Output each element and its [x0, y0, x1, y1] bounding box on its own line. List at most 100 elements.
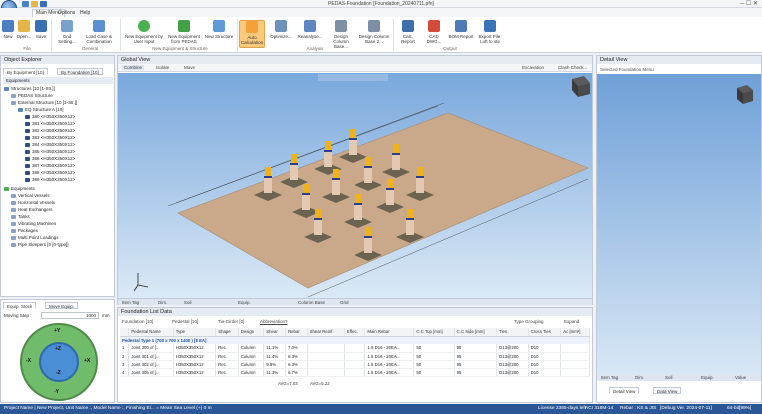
- pedestal[interactable]: [364, 237, 372, 253]
- tree-item[interactable]: Horizontal Vessels: [11, 200, 55, 205]
- pedestal[interactable]: [386, 189, 394, 205]
- isolate-button[interactable]: Isolate: [156, 65, 169, 70]
- column-stub[interactable]: [355, 194, 361, 204]
- column-header[interactable]: Ac [mm²]: [560, 328, 590, 337]
- tree-item[interactable]: Pipe Sleepers [0 [0-type]]: [11, 242, 69, 247]
- joy-plus-y[interactable]: +Y: [54, 328, 60, 334]
- design-column-base-2-button[interactable]: Design Column Base 2...: [358, 20, 390, 44]
- group-row[interactable]: Pedestal Type 1 (700 x 700 x 1400 ) [8 E…: [120, 336, 590, 344]
- column-header[interactable]: Type: [173, 328, 217, 337]
- column-header[interactable]: Cross Ties: [528, 328, 562, 337]
- column-stub[interactable]: [315, 209, 321, 219]
- column-header[interactable]: C.C Side [mm]: [454, 328, 498, 337]
- detail-equip-toggle[interactable]: Equip.: [701, 375, 714, 380]
- move-joystick[interactable]: +Z -Z +Y -Y +X -X: [20, 323, 98, 401]
- new-structure-button[interactable]: New Structure: [204, 20, 234, 39]
- pedestal[interactable]: [354, 204, 362, 220]
- new-equipment-pedas-button[interactable]: New Equipment from PEDAS: [166, 20, 202, 44]
- open-button[interactable]: Open...: [16, 20, 32, 39]
- view-nav-icons[interactable]: [318, 74, 388, 81]
- tree-item[interactable]: Structures [10 [1-Str.]]: [4, 86, 55, 91]
- column-base-toggle[interactable]: Column Base: [298, 300, 325, 305]
- joy-minus-z[interactable]: -Z: [56, 370, 61, 376]
- column-header[interactable]: [120, 328, 130, 337]
- reanalyse-button[interactable]: Reanalyse...: [296, 20, 324, 39]
- column-header[interactable]: Shape: [215, 328, 239, 337]
- tree-item[interactable]: 388 <H350X350X12>: [25, 170, 75, 175]
- type-grouping-checkbox[interactable]: Type Grouping: [514, 319, 544, 324]
- joy-plus-x[interactable]: +X: [84, 358, 90, 364]
- expand-checkbox[interactable]: Expand: [564, 319, 579, 324]
- tab-pedestal[interactable]: Pedestal [10]: [172, 319, 198, 324]
- grid-setting-button[interactable]: Grid Setting...: [54, 20, 80, 44]
- tree-item[interactable]: Heat Exchangers: [11, 207, 53, 212]
- selected-foundation-menu[interactable]: Selected Foundation Menu: [600, 67, 654, 72]
- column-stub[interactable]: [333, 169, 339, 179]
- pedestal[interactable]: [324, 151, 332, 167]
- column-header[interactable]: Design: [238, 328, 265, 337]
- tree-item[interactable]: 385 <H350X350X12>: [25, 149, 75, 154]
- table-row[interactable]: 4 Joint 305 of [... H350X350X12 Rec. Column 1…: [120, 368, 590, 377]
- detail-dim-toggle[interactable]: Dim.: [635, 375, 644, 380]
- pedestal[interactable]: [406, 219, 414, 235]
- item-tag-toggle[interactable]: Item Tag: [122, 300, 139, 305]
- move-button[interactable]: Move: [184, 65, 195, 70]
- column-header[interactable]: C.C Top [mm]: [413, 328, 455, 337]
- 3d-viewport[interactable]: [118, 73, 592, 298]
- tab-move-equip[interactable]: Move Equip.: [45, 302, 79, 309]
- column-header[interactable]: Rebar: [285, 328, 308, 337]
- column-stub[interactable]: [291, 154, 297, 164]
- detail-viewport[interactable]: [597, 74, 761, 374]
- equip-toggle[interactable]: Equip.: [238, 300, 251, 305]
- view-cube-icon[interactable]: [572, 76, 590, 97]
- design-column-base-button[interactable]: Design Column Base...: [326, 20, 356, 49]
- menu-help[interactable]: Help: [80, 10, 90, 16]
- save-button[interactable]: Save: [34, 20, 48, 39]
- column-stub[interactable]: [265, 167, 271, 177]
- tree-item[interactable]: Equipments: [4, 186, 35, 191]
- column-header[interactable]: Shear: [263, 328, 287, 337]
- table-row[interactable]: 1 Joint 300 of [... H350X350X12 Rec. Column 1…: [120, 344, 590, 353]
- detail-item-tag-toggle[interactable]: Item Tag: [601, 375, 618, 380]
- export-pile-button[interactable]: Export Pile. Loft to ste: [476, 20, 504, 44]
- column-stub[interactable]: [393, 144, 399, 154]
- column-header[interactable]: Main Rebar: [364, 328, 415, 337]
- table-row[interactable]: 2 Joint 301 of [... H350X350X12 Rec. Column 1…: [120, 352, 590, 361]
- tree-item[interactable]: 386 <H350X350X12>: [25, 156, 75, 161]
- column-stub[interactable]: [407, 209, 413, 219]
- column-stub[interactable]: [325, 141, 331, 151]
- tree-item[interactable]: External Structure [10 [1-Str.]]: [11, 100, 77, 105]
- excavation-button[interactable]: Excavation: [522, 65, 544, 70]
- table-row[interactable]: 3 Joint 302 of [... H350X350X12 Rec. Column 9…: [120, 360, 590, 369]
- column-stub[interactable]: [303, 184, 309, 194]
- combine-button[interactable]: Combine: [122, 65, 145, 70]
- joy-minus-x[interactable]: -X: [26, 358, 31, 364]
- tab-foundation[interactable]: Foundation [10]: [122, 319, 153, 324]
- pedestal[interactable]: [349, 139, 357, 155]
- column-header[interactable]: Shear Reinf.: [307, 328, 345, 337]
- tree-item[interactable]: Vertical Vessels: [11, 193, 50, 198]
- calc-report-button[interactable]: Calc. Report: [396, 20, 420, 44]
- joy-minus-y[interactable]: -Y: [54, 389, 59, 395]
- tree-item[interactable]: Packages: [11, 228, 38, 233]
- column-stub[interactable]: [417, 167, 423, 177]
- pedestal[interactable]: [264, 177, 272, 193]
- pedestal[interactable]: [332, 179, 340, 195]
- tree-item[interactable]: 381 <H350X350X12>: [25, 121, 75, 126]
- tab-detail-view[interactable]: Detail View: [609, 387, 640, 394]
- tree-item[interactable]: Vibrating Machines: [11, 221, 56, 226]
- column-stub[interactable]: [365, 227, 371, 237]
- view-cube-icon[interactable]: [735, 84, 755, 106]
- foundation-3d-model[interactable]: [118, 73, 592, 298]
- column-stub[interactable]: [350, 129, 356, 139]
- tab-data-view[interactable]: Data View: [653, 387, 682, 394]
- menu-options[interactable]: Options: [58, 10, 75, 16]
- clash-check-button[interactable]: Clash Check...: [558, 65, 587, 70]
- new-equipment-user-button[interactable]: New Equipment by User Input: [124, 20, 164, 44]
- soil-toggle[interactable]: Soil: [184, 300, 192, 305]
- detail-value-toggle[interactable]: Value: [735, 375, 746, 380]
- tab-by-foundation[interactable]: By Foundation [10]: [57, 68, 103, 75]
- pedestal[interactable]: [302, 194, 310, 210]
- column-header[interactable]: Pedestal Name: [128, 328, 174, 337]
- qa-new-icon[interactable]: [22, 1, 29, 7]
